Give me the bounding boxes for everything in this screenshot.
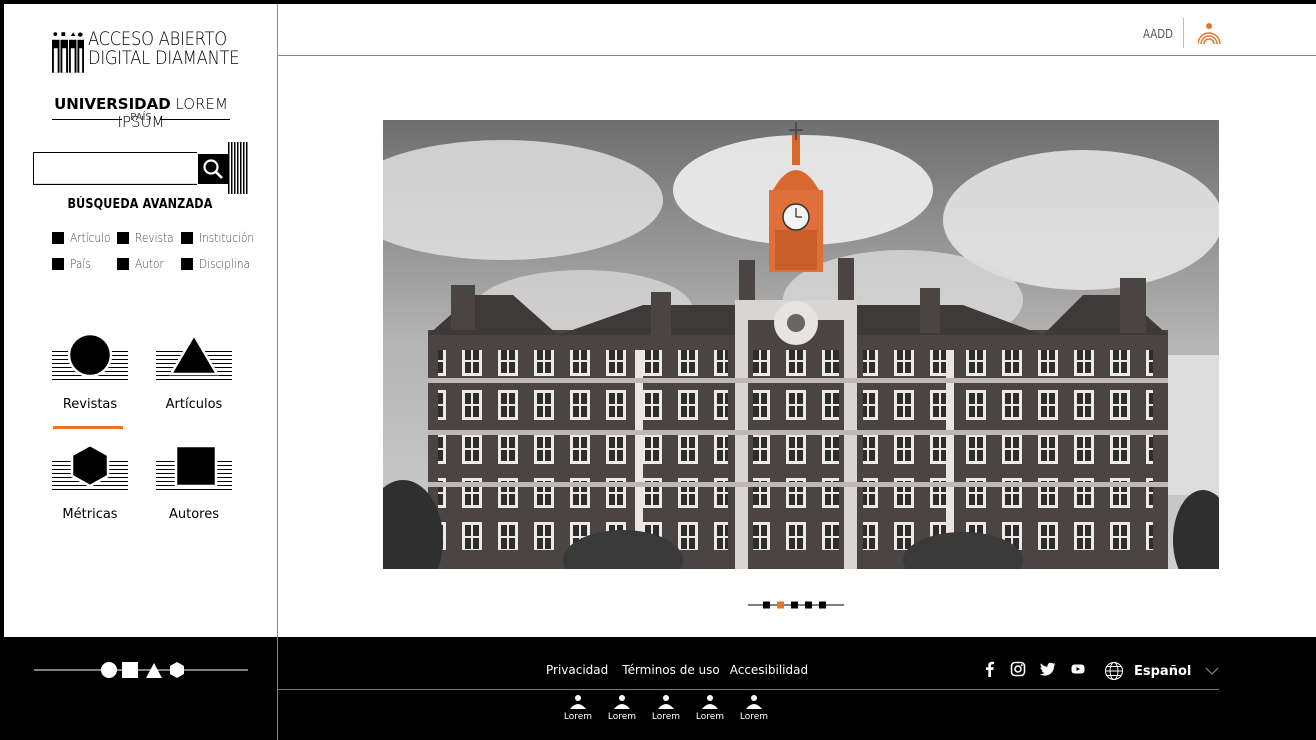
person-icon bbox=[614, 695, 630, 709]
carousel-dot-active[interactable] bbox=[777, 601, 784, 609]
nav-label: Revistas bbox=[62, 397, 118, 412]
filter-articulo[interactable]: Artículo bbox=[52, 231, 116, 245]
square-icon bbox=[156, 443, 232, 493]
filter-label: Autor bbox=[135, 257, 164, 271]
footer-link-terminos[interactable]: Términos de uso bbox=[622, 663, 719, 677]
filter-institucion[interactable]: Institución bbox=[181, 231, 262, 245]
search-button[interactable] bbox=[198, 154, 228, 184]
circle-icon bbox=[52, 333, 128, 383]
header-divider bbox=[278, 55, 1316, 56]
active-indicator bbox=[53, 426, 123, 429]
facebook-icon[interactable] bbox=[984, 661, 996, 677]
country-label: PAÍS bbox=[52, 112, 230, 126]
header-separator bbox=[1183, 18, 1184, 48]
nav-label: Artículos bbox=[165, 397, 223, 412]
filter-disciplina[interactable]: Disciplina bbox=[181, 257, 257, 271]
site-logo[interactable]: ACCESO ABIERTO DIGITAL DIAMANTE bbox=[52, 30, 264, 74]
footer-divider bbox=[278, 689, 1219, 690]
person-item[interactable]: Lorem bbox=[732, 695, 776, 722]
filter-label: Revista bbox=[135, 231, 174, 245]
person-icon bbox=[746, 695, 762, 709]
checkbox[interactable] bbox=[117, 232, 129, 244]
carousel-indicators bbox=[748, 601, 844, 609]
checkbox[interactable] bbox=[181, 232, 193, 244]
chevron-down-icon bbox=[1205, 667, 1219, 675]
footer-shapes-logo bbox=[34, 662, 248, 678]
checkbox[interactable] bbox=[181, 258, 193, 270]
nav-autores[interactable]: Autores bbox=[154, 443, 234, 522]
person-icon bbox=[658, 695, 674, 709]
person-label: Lorem bbox=[607, 712, 637, 722]
triangle-icon bbox=[156, 333, 232, 383]
nav-label: Métricas bbox=[62, 507, 118, 522]
language-selector[interactable]: Español bbox=[1104, 661, 1219, 681]
footer-links: Privacidad Términos de uso Accesibilidad bbox=[546, 663, 822, 677]
nav-revistas[interactable]: Revistas bbox=[50, 333, 130, 412]
building-photo bbox=[383, 120, 1219, 569]
carousel-dot[interactable] bbox=[763, 601, 770, 609]
carousel-dot[interactable] bbox=[819, 601, 826, 609]
logo-line-2: DIGITAL DIAMANTE bbox=[88, 47, 240, 69]
nav-metricas[interactable]: Métricas bbox=[50, 443, 130, 522]
aadd-link[interactable]: AADD bbox=[1143, 27, 1173, 41]
language-label: Español bbox=[1134, 663, 1192, 679]
checkbox[interactable] bbox=[52, 232, 64, 244]
carousel-dot[interactable] bbox=[805, 601, 812, 609]
search-input[interactable] bbox=[33, 152, 197, 185]
footer-link-privacidad[interactable]: Privacidad bbox=[546, 663, 608, 677]
sidebar-divider bbox=[277, 4, 278, 740]
filter-pais[interactable]: País bbox=[52, 257, 94, 271]
search-icon bbox=[203, 159, 223, 179]
logo-mark-icon bbox=[52, 32, 84, 73]
hero-image bbox=[383, 120, 1219, 569]
instagram-icon[interactable] bbox=[1010, 661, 1026, 677]
filter-label: Artículo bbox=[70, 231, 111, 245]
search-decoration bbox=[228, 142, 248, 194]
person-label: Lorem bbox=[563, 712, 593, 722]
checkbox[interactable] bbox=[117, 258, 129, 270]
university-bold: UNIVERSIDAD bbox=[54, 95, 171, 113]
nav-label: Autores bbox=[168, 507, 219, 522]
logo-text: ACCESO ABIERTO DIGITAL DIAMANTE bbox=[88, 30, 240, 69]
nav-articulos[interactable]: Artículos bbox=[154, 333, 234, 412]
user-signal-icon[interactable] bbox=[1198, 22, 1222, 46]
carousel-dot[interactable] bbox=[791, 601, 798, 609]
advanced-search-link[interactable]: BÚSQUEDA AVANZADA bbox=[20, 197, 261, 212]
filter-label: Institución bbox=[199, 231, 255, 245]
footer-link-accesibilidad[interactable]: Accesibilidad bbox=[730, 663, 808, 677]
hexagon-icon bbox=[52, 443, 128, 493]
globe-icon bbox=[1105, 662, 1123, 680]
person-item[interactable]: Lorem bbox=[556, 695, 600, 722]
filter-label: País bbox=[70, 257, 91, 271]
person-item[interactable]: Lorem bbox=[644, 695, 688, 722]
filter-label: Disciplina bbox=[199, 257, 251, 271]
filter-revista[interactable]: Revista bbox=[117, 231, 179, 245]
person-item[interactable]: Lorem bbox=[688, 695, 732, 722]
filter-autor[interactable]: Autor bbox=[117, 257, 168, 271]
footer-people: Lorem Lorem Lorem Lorem Lorem bbox=[556, 695, 776, 722]
person-label: Lorem bbox=[651, 712, 681, 722]
person-label: Lorem bbox=[739, 712, 769, 722]
person-icon bbox=[570, 695, 586, 709]
social-links bbox=[984, 661, 1086, 677]
youtube-icon[interactable] bbox=[1070, 661, 1086, 677]
person-item[interactable]: Lorem bbox=[600, 695, 644, 722]
person-label: Lorem bbox=[695, 712, 725, 722]
twitter-icon[interactable] bbox=[1040, 661, 1056, 677]
person-icon bbox=[702, 695, 718, 709]
checkbox[interactable] bbox=[52, 258, 64, 270]
